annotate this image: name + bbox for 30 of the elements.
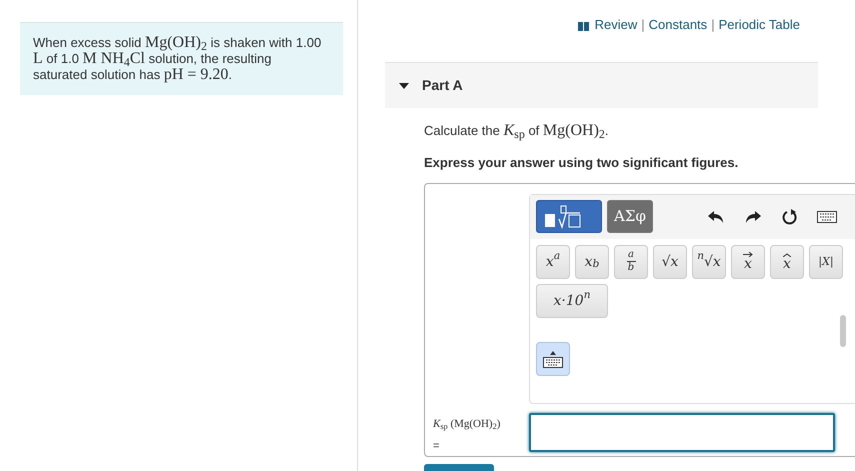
superscript-button[interactable]: x$^{a}$: [536, 244, 570, 278]
question-text: Calculate the K$_{sp}$ of Mg(OH)$_{2}$.: [424, 121, 610, 143]
unit-vector-button[interactable]: x: [770, 244, 804, 278]
answer-label: K$_{sp}$ (Mg(OH)$_{2}$): [433, 416, 502, 433]
problem-text: When excess solid Mg(OH)$_{2}$ is shaken with 1.00 L of 1.0 M NH$_{4}$Cl solution, the resulting saturated solution has pH = 9.20.: [20, 22, 343, 95]
part-title: Part A: [422, 76, 463, 95]
scrollbar-thumb[interactable]: [840, 315, 846, 347]
symbols-button[interactable]: ΑΣφ: [607, 200, 653, 233]
equals-sign: =: [433, 438, 440, 454]
link-separator: |: [711, 17, 715, 32]
resource-link[interactable]: Periodic Table: [718, 17, 800, 32]
square-root-button[interactable]: √x: [653, 244, 687, 278]
arrow-icon: [743, 252, 753, 257]
link-separator: |: [641, 17, 645, 32]
nth-root-button[interactable]: $^{n}$√x: [692, 244, 726, 278]
templates-button[interactable]: [536, 200, 602, 233]
hat-icon: [783, 252, 791, 256]
keyboard-toggle-button[interactable]: [536, 342, 570, 376]
subscript-button[interactable]: x$_{b}$: [575, 244, 609, 278]
scientific-notation-button[interactable]: x·10$^{n}$: [536, 284, 608, 318]
keyboard-icon: [543, 350, 563, 368]
vector-button[interactable]: x: [731, 244, 765, 278]
absolute-value-button[interactable]: |X|: [809, 244, 843, 278]
instruction-text: Express your answer using two significant figures.: [424, 154, 740, 172]
resource-link[interactable]: Review: [594, 17, 638, 32]
resource-link[interactable]: Constants: [648, 17, 708, 32]
answer-field[interactable]: [529, 412, 835, 452]
caret-icon[interactable]: [399, 82, 409, 88]
fraction-button[interactable]: a b: [614, 244, 648, 278]
book-icon: [578, 20, 589, 31]
